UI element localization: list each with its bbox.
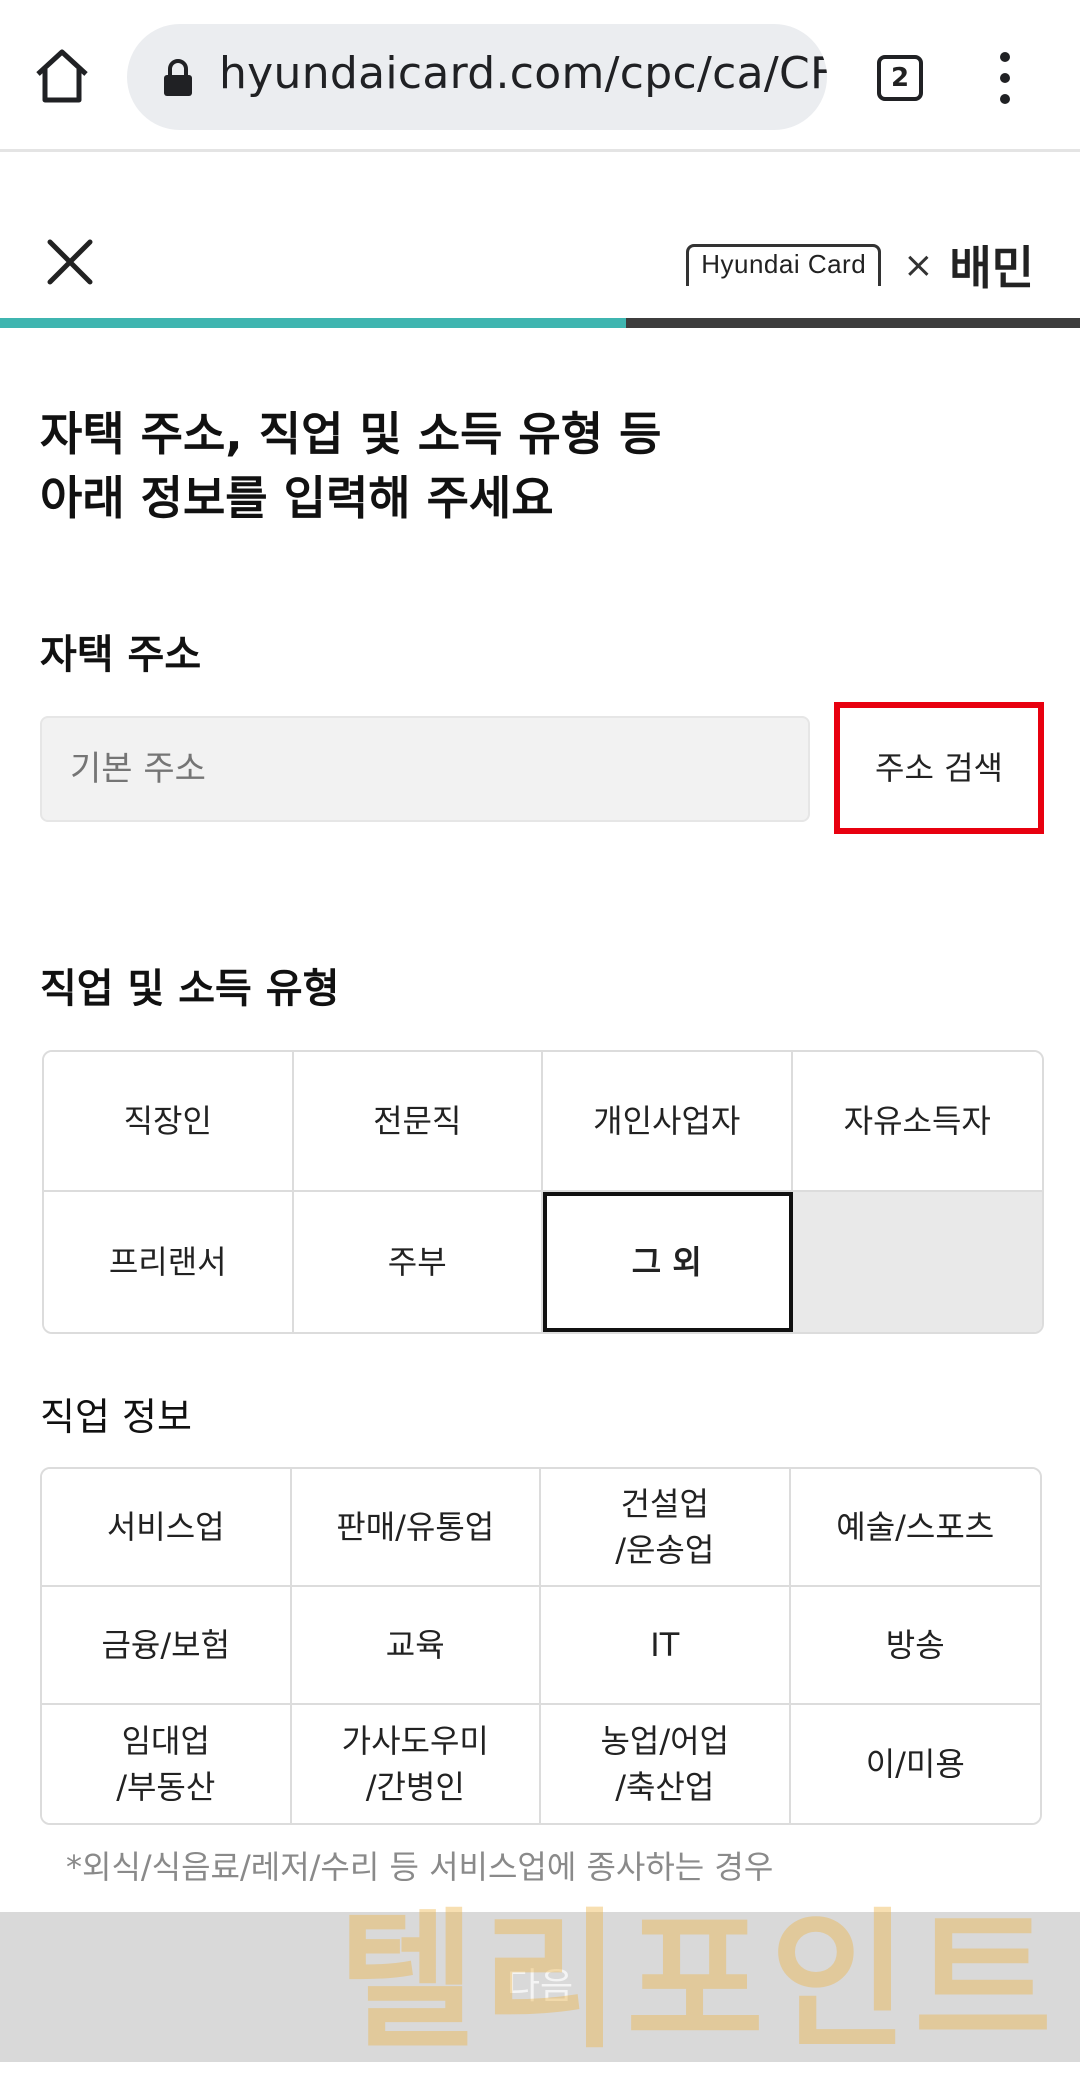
overflow-menu-icon[interactable]	[990, 52, 1020, 106]
industry-option[interactable]: 방송	[790, 1587, 1040, 1705]
brand-logo: Hyundai Card × 배민	[686, 240, 1034, 295]
job-type-grid: 직장인 전문직 개인사업자 자유소득자 프리랜서 주부 그 외	[42, 1050, 1044, 1334]
industry-option[interactable]: 농업/어업 /축산업	[541, 1705, 791, 1823]
lock-icon	[164, 59, 192, 96]
job-option[interactable]: 주부	[293, 1192, 543, 1332]
address-bar[interactable]: hyundaicard.com/cpc/ca/CF	[127, 24, 827, 130]
job-option[interactable]: 개인사업자	[543, 1052, 793, 1192]
industry-option[interactable]: 건설업 /운송업	[541, 1469, 791, 1587]
job-option-selected[interactable]: 그 외	[543, 1192, 793, 1332]
industry-option[interactable]: 금융/보험	[42, 1587, 292, 1705]
hyundai-card-logo: Hyundai Card	[686, 244, 882, 286]
industry-option[interactable]: 가사도우미 /간병인	[291, 1705, 541, 1823]
address-search-button[interactable]: 주소 검색	[834, 702, 1044, 834]
industry-option[interactable]: 교육	[291, 1587, 541, 1705]
watermark: 텔리포인트	[338, 1895, 1059, 2069]
industry-option[interactable]: 예술/스포츠	[790, 1469, 1040, 1587]
page-title-line2: 아래 정보를 입력해 주세요	[40, 471, 554, 525]
progress-fill	[0, 318, 627, 328]
job-option[interactable]: 직장인	[44, 1052, 294, 1192]
progress-bar	[0, 318, 1080, 328]
industry-option[interactable]: IT	[541, 1587, 791, 1705]
address-section-label: 자택 주소	[40, 632, 202, 678]
job-section-label: 직업 및 소득 유형	[40, 966, 340, 1012]
industry-option[interactable]: 서비스업	[42, 1469, 292, 1587]
browser-toolbar: hyundaicard.com/cpc/ca/CF 2	[0, 0, 1080, 152]
job-grid-empty-cell	[792, 1192, 1042, 1332]
job-option[interactable]: 전문직	[293, 1052, 543, 1192]
industry-section-label: 직업 정보	[40, 1395, 192, 1439]
industry-option[interactable]: 이/미용	[790, 1705, 1040, 1823]
job-option[interactable]: 프리랜서	[44, 1192, 294, 1332]
url-text: hyundaicard.com/cpc/ca/CF	[219, 48, 827, 99]
industry-grid: 서비스업 판매/유통업 건설업 /운송업 예술/스포츠 금융/보험 교육 IT …	[40, 1467, 1042, 1825]
page-title-line1: 자택 주소, 직업 및 소득 유형 등	[40, 407, 662, 461]
baemin-logo: 배민	[949, 241, 1034, 295]
job-option[interactable]: 자유소득자	[792, 1052, 1042, 1192]
industry-option[interactable]: 임대업 /부동산	[42, 1705, 292, 1823]
tab-switcher-button[interactable]: 2	[877, 55, 923, 101]
page-title: 자택 주소, 직업 및 소득 유형 등 아래 정보를 입력해 주세요	[40, 402, 661, 530]
home-icon[interactable]	[30, 44, 94, 108]
close-icon[interactable]	[46, 238, 94, 286]
address-input[interactable]	[40, 716, 810, 822]
industry-option[interactable]: 판매/유통업	[291, 1469, 541, 1587]
brand-collab-x: ×	[903, 244, 934, 286]
